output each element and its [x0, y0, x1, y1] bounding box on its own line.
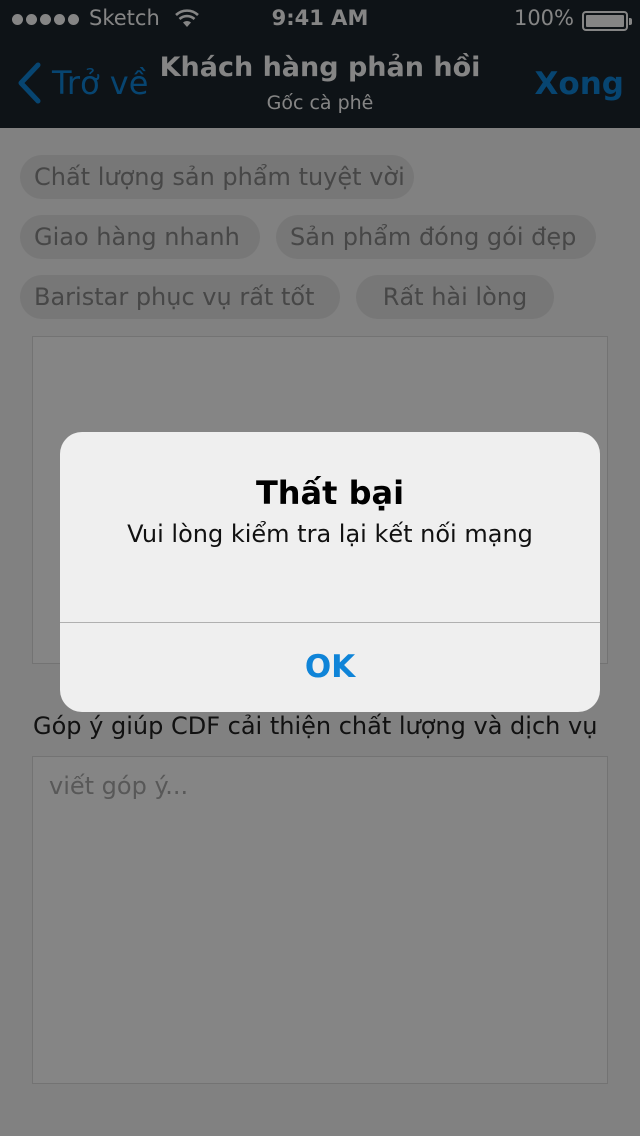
- alert-message: Vui lòng kiểm tra lại kết nối mạng: [127, 520, 533, 548]
- ok-button[interactable]: OK: [60, 623, 600, 712]
- alert-dialog: Thất bại Vui lòng kiểm tra lại kết nối m…: [60, 432, 600, 712]
- alert-title: Thất bại: [255, 474, 405, 512]
